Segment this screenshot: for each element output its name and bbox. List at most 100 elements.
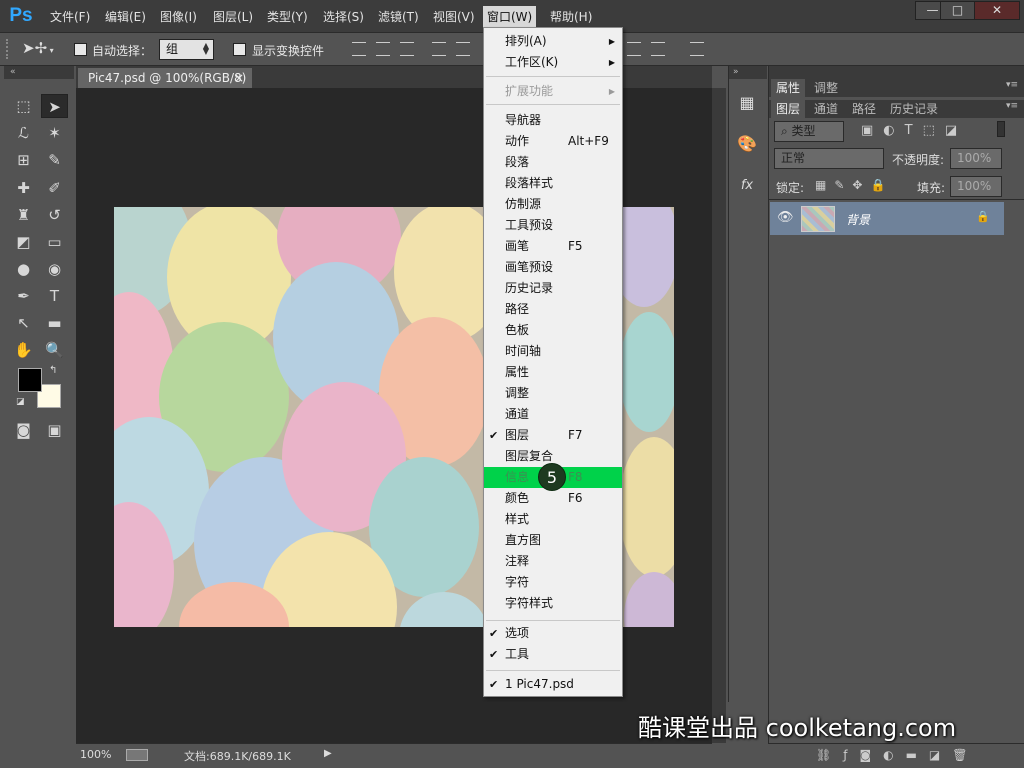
eraser-tool-icon[interactable]: ◩ bbox=[10, 230, 37, 254]
rectangle-tool-icon[interactable]: ▬ bbox=[41, 311, 68, 335]
window-menu-item[interactable]: 时间轴 bbox=[484, 341, 622, 362]
tab-history[interactable]: 历史记录 bbox=[885, 100, 943, 118]
layer-filter-dropdown[interactable]: ⌕ 类型 bbox=[774, 121, 844, 142]
window-menu-item[interactable]: 动作 Alt+F9 bbox=[484, 131, 622, 152]
canvas-vertical-scrollbar[interactable] bbox=[712, 88, 726, 743]
window-menu-item[interactable]: 排列(A) ▶ bbox=[484, 31, 622, 52]
window-menu-item[interactable]: 直方图 bbox=[484, 530, 622, 551]
maximize-button[interactable]: □ bbox=[940, 1, 975, 20]
menu-edit[interactable]: 编辑(E) bbox=[101, 7, 150, 27]
align-bottom-icon[interactable] bbox=[400, 42, 414, 56]
window-menu-item[interactable]: ✔ 图层 F7 bbox=[484, 425, 622, 446]
layer-footer-icons[interactable]: ⛓ƒ◙◐▬◪🗑 bbox=[816, 748, 979, 762]
window-menu-item[interactable]: 调整 bbox=[484, 383, 622, 404]
tab-adjustments[interactable]: 调整 bbox=[809, 79, 843, 97]
window-menu-item[interactable]: 色板 bbox=[484, 320, 622, 341]
document-tab[interactable]: Pic47.psd @ 100%(RGB/8) × bbox=[78, 68, 252, 88]
blur-tool-icon[interactable]: ● bbox=[10, 257, 37, 281]
window-menu-item[interactable]: 通道 bbox=[484, 404, 622, 425]
opacity-input[interactable]: 100% bbox=[950, 148, 1002, 169]
panel-menu-icon[interactable]: ▾≡ bbox=[1006, 80, 1018, 90]
align-hcenter-icon[interactable] bbox=[456, 42, 470, 56]
tools-panel-collapse-icon[interactable]: « bbox=[4, 66, 74, 79]
move-tool-icon[interactable]: ➤ bbox=[41, 94, 68, 118]
window-menu-item[interactable]: 段落 bbox=[484, 152, 622, 173]
gradient-tool-icon[interactable]: ▭ bbox=[41, 230, 68, 254]
path-selection-tool-icon[interactable]: ↖ bbox=[10, 311, 37, 335]
window-menu-item[interactable]: 历史记录 bbox=[484, 278, 622, 299]
auto-align-icon[interactable] bbox=[690, 42, 704, 56]
crop-tool-icon[interactable]: ⊞ bbox=[10, 148, 37, 172]
tab-layers[interactable]: 图层 bbox=[771, 100, 806, 118]
auto-select-target-dropdown[interactable]: 组 ▲ ▼ bbox=[159, 39, 214, 60]
default-colors-icon[interactable]: ◪ bbox=[16, 397, 25, 407]
window-menu-item[interactable]: 段落样式 bbox=[484, 173, 622, 194]
window-menu-item[interactable]: ✔ 工具 bbox=[484, 644, 622, 665]
status-menu-arrow-icon[interactable]: ▶ bbox=[324, 748, 332, 759]
fill-input[interactable]: 100% bbox=[950, 176, 1002, 197]
window-menu-item[interactable]: 画笔预设 bbox=[484, 257, 622, 278]
brush-tool-icon[interactable]: ✐ bbox=[41, 176, 68, 200]
menu-view[interactable]: 视图(V) bbox=[429, 7, 479, 27]
pen-tool-icon[interactable]: ✒ bbox=[10, 284, 37, 308]
layers-panel-menu-icon[interactable]: ▾≡ bbox=[1006, 101, 1018, 111]
eyedropper-tool-icon[interactable]: ✎ bbox=[41, 148, 68, 172]
filter-toggle-icon[interactable] bbox=[997, 121, 1005, 137]
foreground-color-swatch[interactable] bbox=[18, 368, 42, 392]
show-transform-checkbox[interactable] bbox=[233, 43, 246, 56]
menu-filter[interactable]: 滤镜(T) bbox=[374, 7, 423, 27]
marquee-tool-icon[interactable]: ⬚ bbox=[10, 94, 37, 118]
move-tool-preset-icon[interactable]: ➤✢ ▾ bbox=[22, 39, 62, 59]
window-menu-item[interactable]: 路径 bbox=[484, 299, 622, 320]
window-menu-item[interactable]: 导航器 bbox=[484, 110, 622, 131]
swatches-panel-icon[interactable]: 🎨 bbox=[734, 132, 760, 156]
lasso-tool-icon[interactable]: ℒ bbox=[10, 121, 37, 145]
menu-file[interactable]: 文件(F) bbox=[46, 7, 94, 27]
window-menu-item[interactable]: 属性 bbox=[484, 362, 622, 383]
clone-stamp-tool-icon[interactable]: ♜ bbox=[10, 203, 37, 227]
history-brush-tool-icon[interactable]: ↺ bbox=[41, 203, 68, 227]
zoom-level[interactable]: 100% bbox=[80, 748, 111, 761]
tab-channels[interactable]: 通道 bbox=[809, 100, 843, 118]
window-menu-item[interactable]: 工具预设 bbox=[484, 215, 622, 236]
align-vcenter-icon[interactable] bbox=[376, 42, 390, 56]
distribute-icon[interactable] bbox=[627, 42, 641, 56]
close-button[interactable]: ✕ bbox=[974, 1, 1020, 20]
quick-mask-icon[interactable]: ◙ bbox=[10, 418, 37, 442]
menu-window[interactable]: 窗口(W) bbox=[483, 6, 537, 28]
magic-wand-tool-icon[interactable]: ✶ bbox=[41, 121, 68, 145]
window-menu-item[interactable]: 字符 bbox=[484, 572, 622, 593]
document-tab-close-icon[interactable]: × bbox=[234, 68, 244, 88]
menu-type[interactable]: 类型(Y) bbox=[263, 7, 312, 27]
type-tool-icon[interactable]: T bbox=[41, 284, 68, 308]
swap-colors-icon[interactable]: ↰ bbox=[49, 365, 57, 376]
window-menu-item[interactable]: ✔ 选项 bbox=[484, 623, 622, 644]
distribute-h-icon[interactable] bbox=[651, 42, 665, 56]
dock-collapse-icon[interactable]: » bbox=[729, 66, 767, 79]
blend-mode-dropdown[interactable]: 正常 bbox=[774, 148, 884, 169]
menu-select[interactable]: 选择(S) bbox=[319, 7, 368, 27]
styles-panel-icon[interactable]: fx bbox=[734, 174, 760, 198]
window-menu-item[interactable]: 仿制源 bbox=[484, 194, 622, 215]
menu-help[interactable]: 帮助(H) bbox=[546, 7, 596, 27]
window-menu-item[interactable]: 字符样式 bbox=[484, 593, 622, 614]
window-menu-item[interactable]: 工作区(K) ▶ bbox=[484, 52, 622, 73]
auto-select-checkbox[interactable] bbox=[74, 43, 87, 56]
lock-options-icons[interactable]: ▦✎✥🔒 bbox=[815, 178, 893, 192]
status-preview-icon[interactable] bbox=[126, 749, 148, 761]
window-menu-item[interactable]: 颜色 F6 bbox=[484, 488, 622, 509]
tab-properties[interactable]: 属性 bbox=[771, 79, 806, 97]
eye-visibility-icon[interactable]: 👁 bbox=[777, 210, 794, 225]
menu-layer[interactable]: 图层(L) bbox=[209, 7, 257, 27]
window-menu-item[interactable]: 画笔 F5 bbox=[484, 236, 622, 257]
healing-brush-tool-icon[interactable]: ✚ bbox=[10, 176, 37, 200]
tab-paths[interactable]: 路径 bbox=[847, 100, 881, 118]
navigator-panel-icon[interactable]: ▦ bbox=[734, 91, 760, 115]
align-top-icon[interactable] bbox=[352, 42, 366, 56]
hand-tool-icon[interactable]: ✋ bbox=[10, 338, 37, 362]
options-bar-grip[interactable] bbox=[6, 39, 14, 59]
menu-image[interactable]: 图像(I) bbox=[156, 7, 201, 27]
align-left-icon[interactable] bbox=[432, 42, 446, 56]
window-menu-item[interactable]: 样式 bbox=[484, 509, 622, 530]
dodge-tool-icon[interactable]: ◉ bbox=[41, 257, 68, 281]
